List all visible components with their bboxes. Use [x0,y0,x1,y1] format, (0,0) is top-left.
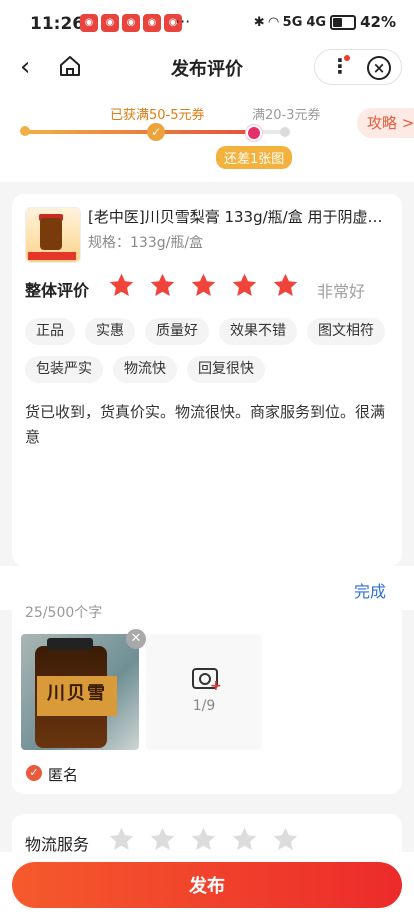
overall-rating-text: 非常好 [317,282,366,301]
star-filled-icon[interactable] [272,272,299,299]
star-empty-icon[interactable] [272,826,299,853]
progress-fill [24,130,252,134]
tag-chip[interactable]: 图文相符 [307,318,385,345]
photo-count: 1/9 [192,698,216,714]
progress-start-dot [20,126,30,136]
tag-chip[interactable]: 效果不错 [219,318,297,345]
progress-current-dot [246,125,262,141]
close-icon[interactable]: × [367,56,391,80]
tag-chip[interactable]: 质量好 [145,318,209,345]
review-card: [老中医]川贝雪梨膏 133g/瓶/盒 用于阴虚肺热 规格：133g/瓶/盒 整… [12,194,402,566]
product-spec: 规格：133g/瓶/盒 [88,235,204,251]
status-more: ··· [175,12,191,31]
star-filled-icon[interactable] [231,272,258,299]
star-empty-icon[interactable] [190,826,217,853]
weibo-icon: ◉ [80,14,98,32]
product-title: [老中医]川贝雪梨膏 133g/瓶/盒 用于阴虚肺热 [88,208,392,226]
status-time: 11:26 [30,14,85,34]
coupon-progress: 已获满50-5元券 满20-3元券 ✓ 还差1张图 攻略 > [0,90,414,182]
publish-button[interactable]: 发布 [12,862,402,908]
weibo-icon: ◉ [101,14,119,32]
overall-rating-stars [108,272,299,299]
check-icon: ✓ [147,123,165,141]
done-button[interactable]: 完成 [354,578,386,602]
plus-icon: + [210,678,222,694]
anonymous-label: 匿名 [48,766,79,784]
status-bar: 11:26 ◉ ◉ ◉ ◉ ◉ ··· ✱ ◠ 5G 4G 42% [0,0,414,46]
mini-program-capsule: ⋮ × [314,49,402,85]
wifi-icon: ◠ [268,14,279,30]
add-photo-button[interactable]: + 1/9 [146,634,262,750]
strategy-button[interactable]: 攻略 > [357,108,414,138]
battery-icon [330,14,357,30]
status-right: ✱ ◠ 5G 4G 42% [254,13,396,31]
progress-end-dot [280,127,290,137]
overall-rating-label: 整体评价 [25,281,90,300]
remove-photo-icon[interactable]: ✕ [126,629,146,649]
notification-dot [344,55,350,61]
signal-4g-icon: 4G [306,14,327,30]
quick-tags: 正品 实惠 质量好 效果不错 图文相符 包装严实 物流快 回复很快 [25,318,395,383]
milestone-2-label: 满20-3元券 [252,108,321,123]
star-filled-icon[interactable] [149,272,176,299]
nav-bar: ‹ 发布评价 ⋮ × [0,46,414,90]
photo-card: 25/500个字 川贝雪 ✕ + 1/9 ✓ 匿名 [12,605,402,794]
star-filled-icon[interactable] [108,272,135,299]
bottom-bar: 发布 [0,852,414,915]
progress-tip: 还差1张图 [216,146,293,169]
star-empty-icon[interactable] [108,826,135,853]
star-empty-icon[interactable] [149,826,176,853]
bluetooth-icon: ✱ [253,14,265,30]
notification-icons: ◉ ◉ ◉ ◉ ◉ [80,14,182,32]
star-filled-icon[interactable] [190,272,217,299]
star-empty-icon[interactable] [231,826,258,853]
tag-chip[interactable]: 实惠 [85,318,135,345]
logistics-rating-stars [108,826,299,853]
signal-5g-icon: 5G [282,14,303,30]
weibo-icon: ◉ [143,14,161,32]
anonymous-checkbox[interactable]: ✓ [26,765,42,781]
review-textarea[interactable]: 货已收到，货真价实。物流很快。商家服务到位。很满意 [25,400,391,450]
tag-chip[interactable]: 包装严实 [25,356,103,383]
product-image [25,207,81,263]
tag-chip[interactable]: 正品 [25,318,75,345]
photo-jar-label: 川贝雪 [37,676,117,716]
weibo-icon: ◉ [122,14,140,32]
uploaded-photo[interactable]: 川贝雪 [21,634,139,750]
tag-chip[interactable]: 回复很快 [187,356,265,383]
char-counter: 25/500个字 [25,605,103,621]
tag-chip[interactable]: 物流快 [113,356,177,383]
battery-level: 42% [360,13,396,31]
milestone-1-label: 已获满50-5元券 [110,108,205,123]
